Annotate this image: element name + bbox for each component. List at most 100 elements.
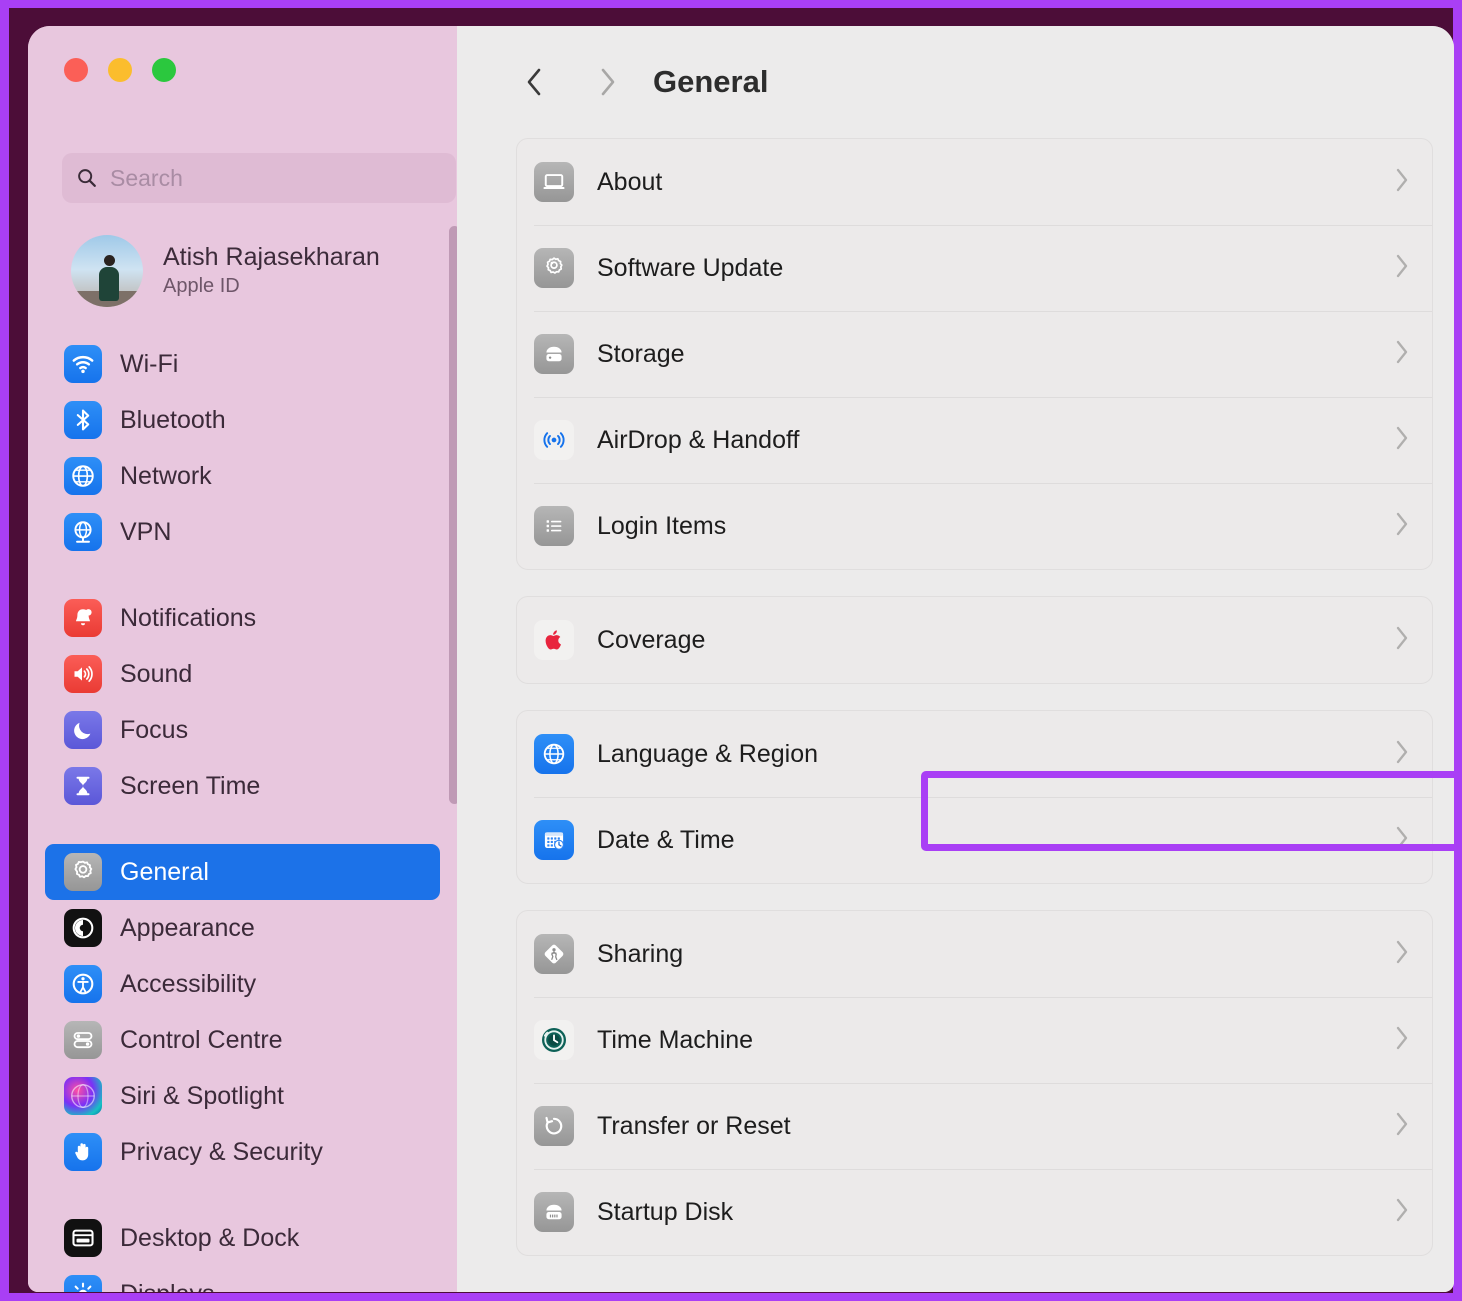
sidebar-item-siri-spotlight[interactable]: Siri & Spotlight [45, 1068, 440, 1124]
sidebar-item-label: Sound [120, 660, 192, 689]
date-time-calendar-clock-icon [534, 820, 574, 860]
row-label: Coverage [597, 626, 1394, 655]
laptop-icon [534, 162, 574, 202]
minimize-button[interactable] [108, 58, 132, 82]
settings-card: Language & Region [516, 710, 1433, 884]
startup-disk-icon [534, 1192, 574, 1232]
row-label: Time Machine [597, 1026, 1394, 1055]
accessibility-icon [64, 965, 102, 1003]
chevron-right-icon [1394, 338, 1410, 371]
settings-card: Sharing [516, 910, 1433, 1256]
sidebar: Atish Rajasekharan Apple ID [28, 26, 457, 1292]
row-label: Login Items [597, 512, 1394, 541]
chevron-right-icon [1394, 1110, 1410, 1143]
sidebar-item-wifi[interactable]: Wi-Fi [45, 336, 440, 392]
sidebar-item-notifications[interactable]: Notifications [45, 590, 440, 646]
chevron-right-icon [1394, 824, 1410, 857]
software-update-gear-icon [534, 248, 574, 288]
vpn-globe-icon [64, 513, 102, 551]
content-pane: General About [457, 26, 1454, 1292]
annotation-outer-frame: Atish Rajasekharan Apple ID [0, 0, 1462, 1301]
sidebar-item-accessibility[interactable]: Accessibility [45, 956, 440, 1012]
settings-groups: About [516, 138, 1433, 1282]
profile-subtitle: Apple ID [163, 275, 380, 298]
sidebar-item-vpn[interactable]: VPN [45, 504, 440, 560]
row-label: Language & Region [597, 740, 1394, 769]
sidebar-item-label: Privacy & Security [120, 1138, 323, 1167]
chevron-right-icon [1394, 166, 1410, 199]
time-machine-icon [534, 1020, 574, 1060]
chevron-left-icon [521, 65, 547, 99]
sidebar-item-displays[interactable]: Displays [45, 1266, 440, 1292]
sidebar-group-system: General Appearance [28, 844, 457, 1180]
sidebar-item-label: Displays [120, 1280, 214, 1293]
row-sharing[interactable]: Sharing [517, 911, 1432, 997]
sidebar-item-label: Network [120, 462, 212, 491]
sidebar-item-label: Desktop & Dock [120, 1224, 299, 1253]
bell-icon [64, 599, 102, 637]
bluetooth-icon [64, 401, 102, 439]
sidebar-item-control-centre[interactable]: Control Centre [45, 1012, 440, 1068]
row-date-time[interactable]: Date & Time [517, 797, 1432, 883]
row-label: Software Update [597, 254, 1394, 283]
row-storage[interactable]: Storage [517, 311, 1432, 397]
sidebar-item-label: Siri & Spotlight [120, 1082, 284, 1111]
close-button[interactable] [64, 58, 88, 82]
chevron-right-icon [1394, 424, 1410, 457]
appearance-contrast-icon [64, 909, 102, 947]
row-startup-disk[interactable]: Startup Disk [517, 1169, 1432, 1255]
sidebar-item-label: Notifications [120, 604, 256, 633]
settings-card: About [516, 138, 1433, 570]
siri-icon [64, 1077, 102, 1115]
sidebar-item-label: Bluetooth [120, 406, 226, 435]
search-field[interactable] [62, 153, 456, 203]
speaker-icon [64, 655, 102, 693]
apple-id-profile-row[interactable]: Atish Rajasekharan Apple ID [71, 231, 441, 311]
network-globe-icon [64, 457, 102, 495]
chevron-right-icon [1394, 938, 1410, 971]
chevron-right-icon [1394, 510, 1410, 543]
apple-logo-icon [534, 620, 574, 660]
forward-button[interactable] [588, 62, 628, 102]
row-label: Storage [597, 340, 1394, 369]
storage-disk-icon [534, 334, 574, 374]
sidebar-item-general[interactable]: General [45, 844, 440, 900]
moon-icon [64, 711, 102, 749]
row-language-region[interactable]: Language & Region [517, 711, 1432, 797]
sidebar-item-label: Screen Time [120, 772, 260, 801]
sidebar-group-alerts: Notifications Sound [28, 590, 457, 814]
sidebar-item-focus[interactable]: Focus [45, 702, 440, 758]
chevron-right-icon [1394, 738, 1410, 771]
desktop-dock-icon [64, 1219, 102, 1257]
row-software-update[interactable]: Software Update [517, 225, 1432, 311]
sidebar-item-network[interactable]: Network [45, 448, 440, 504]
sidebar-item-label: General [120, 858, 209, 887]
settings-card: Coverage [516, 596, 1433, 684]
row-time-machine[interactable]: Time Machine [517, 997, 1432, 1083]
wifi-icon [64, 345, 102, 383]
row-airdrop-handoff[interactable]: AirDrop & Handoff [517, 397, 1432, 483]
row-login-items[interactable]: Login Items [517, 483, 1432, 569]
annotation-inner-frame: Atish Rajasekharan Apple ID [9, 8, 1453, 1293]
sidebar-item-screen-time[interactable]: Screen Time [45, 758, 440, 814]
sidebar-item-sound[interactable]: Sound [45, 646, 440, 702]
sidebar-item-bluetooth[interactable]: Bluetooth [45, 392, 440, 448]
login-items-list-icon [534, 506, 574, 546]
row-transfer-or-reset[interactable]: Transfer or Reset [517, 1083, 1432, 1169]
row-label: AirDrop & Handoff [597, 426, 1394, 455]
sidebar-item-privacy-security[interactable]: Privacy & Security [45, 1124, 440, 1180]
sidebar-item-desktop-dock[interactable]: Desktop & Dock [45, 1210, 440, 1266]
content-toolbar: General [457, 26, 1454, 138]
airdrop-icon [534, 420, 574, 460]
page-title: General [653, 64, 768, 100]
sidebar-item-appearance[interactable]: Appearance [45, 900, 440, 956]
sidebar-item-label: Appearance [120, 914, 255, 943]
sidebar-item-label: Wi-Fi [120, 350, 178, 379]
search-input[interactable] [110, 165, 410, 192]
zoom-button[interactable] [152, 58, 176, 82]
chevron-right-icon [595, 65, 621, 99]
row-coverage[interactable]: Coverage [517, 597, 1432, 683]
back-button[interactable] [514, 62, 554, 102]
sidebar-item-label: Control Centre [120, 1026, 283, 1055]
row-about[interactable]: About [517, 139, 1432, 225]
